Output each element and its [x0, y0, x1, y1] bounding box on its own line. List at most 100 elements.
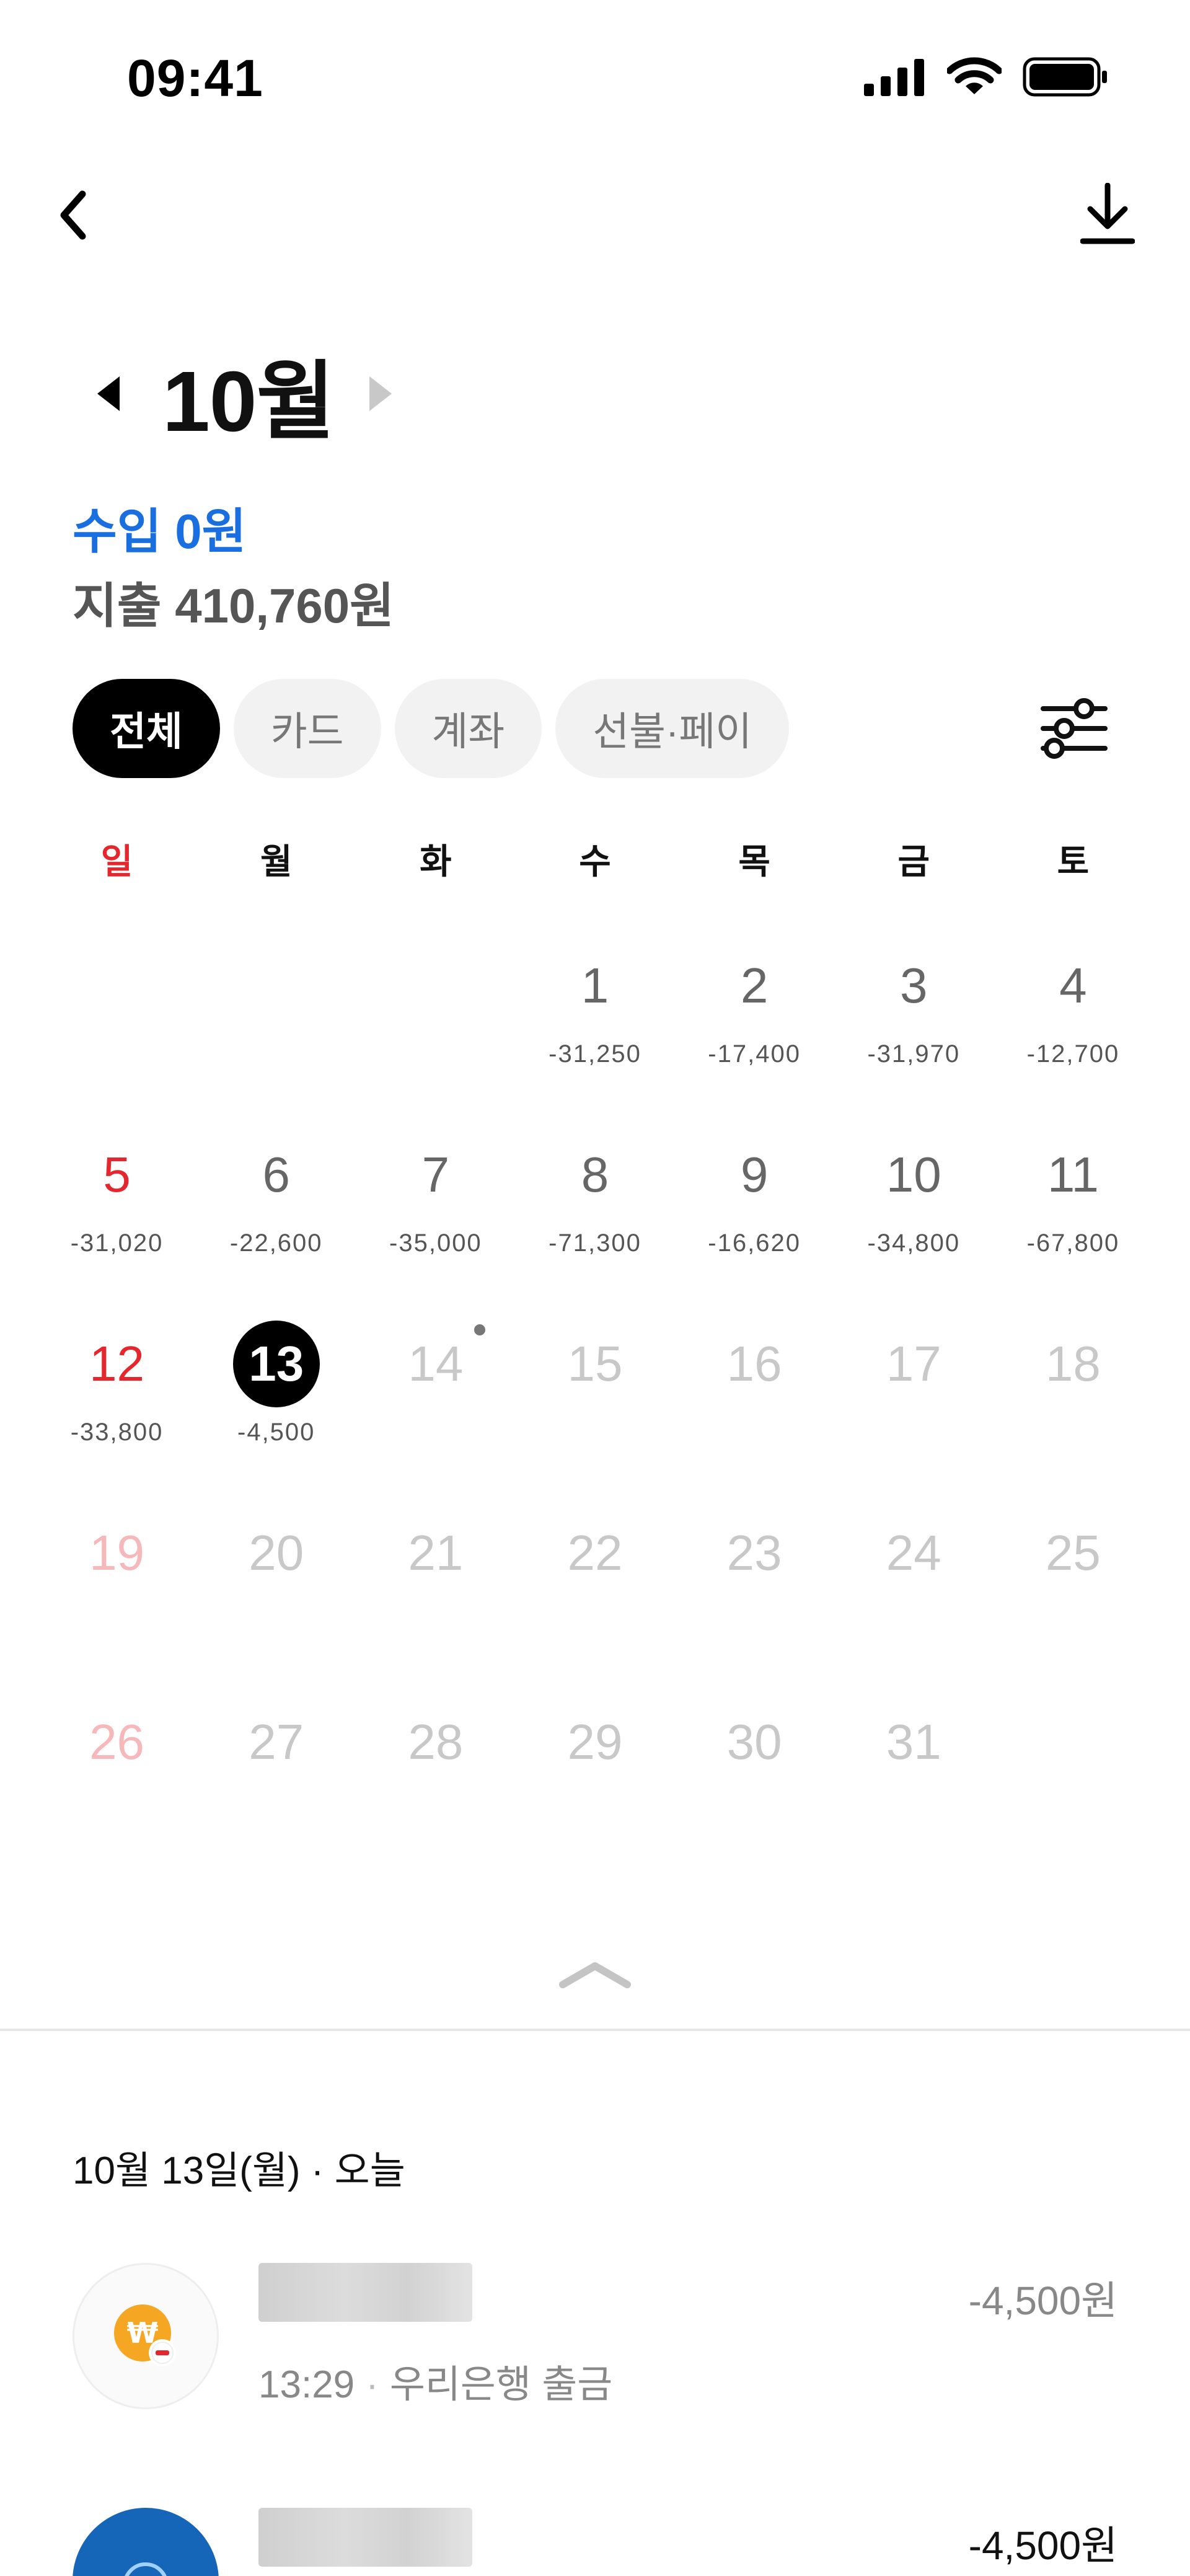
chip-all[interactable]: 전체: [73, 679, 220, 778]
transactions-date-header: 10월 13일(월) · 오늘: [73, 2149, 405, 2192]
weekday-fri: 금: [897, 842, 930, 881]
weekday-tue: 화: [420, 842, 452, 881]
transaction-item[interactable]: -4,500원: [73, 2508, 1117, 2576]
triangle-left-icon: [97, 376, 120, 411]
day-number: 2: [740, 958, 769, 1013]
month-selector: 10월: [87, 344, 402, 449]
day-amount: -31,250: [549, 1040, 641, 1068]
day-number: 20: [249, 1525, 304, 1580]
day-amount: -31,970: [867, 1040, 961, 1068]
back-button[interactable]: [48, 181, 98, 249]
calendar-day-27[interactable]: 27: [196, 1699, 356, 1888]
chip-prepaid-pay[interactable]: 선불·페이: [555, 679, 790, 778]
filter-chips: 전체 카드 계좌 선불·페이: [73, 679, 790, 778]
day-number: 8: [581, 1147, 609, 1202]
calendar-day-6[interactable]: 6 -22,600: [196, 1131, 356, 1321]
calendar-day-10[interactable]: 10 -34,800: [834, 1131, 994, 1321]
calendar-day-17[interactable]: 17: [834, 1321, 994, 1510]
day-number: 25: [1045, 1525, 1101, 1580]
day-number: 30: [726, 1714, 782, 1769]
status-bar: 09:41: [0, 0, 1190, 149]
day-number: 31: [886, 1714, 941, 1769]
calendar-day-11[interactable]: 11 -67,800: [994, 1131, 1153, 1321]
calendar-day-2[interactable]: 2 -17,400: [675, 942, 834, 1131]
triangle-right-icon: [369, 376, 392, 411]
day-number: 13: [232, 1321, 320, 1407]
calendar-day-29[interactable]: 29: [515, 1699, 674, 1888]
day-amount: -34,800: [867, 1229, 961, 1257]
calendar-day-23[interactable]: 23: [675, 1510, 834, 1699]
status-time: 09:41: [127, 49, 263, 107]
section-divider: [0, 2029, 1190, 2031]
day-number: 24: [886, 1525, 941, 1580]
day-number: 1: [581, 958, 609, 1013]
day-number: 3: [900, 958, 928, 1013]
day-amount: -33,800: [70, 1419, 164, 1446]
chip-account[interactable]: 계좌: [394, 679, 542, 778]
day-amount: -31,020: [70, 1229, 164, 1257]
calendar-day-empty: [37, 942, 196, 1131]
day-number: 10: [886, 1147, 941, 1202]
day-number: 28: [408, 1714, 464, 1769]
next-month-button[interactable]: [359, 363, 402, 425]
day-number: 11: [1047, 1147, 1099, 1202]
calendar-day-empty: [196, 942, 356, 1131]
download-button[interactable]: [1073, 180, 1142, 248]
calendar-day-18[interactable]: 18: [994, 1321, 1153, 1510]
calendar-day-30[interactable]: 30: [675, 1699, 834, 1888]
day-number: 12: [89, 1336, 145, 1391]
day-amount: -71,300: [549, 1229, 641, 1257]
day-number: 29: [567, 1714, 623, 1769]
indicator-dot: [474, 1324, 485, 1335]
day-number: 15: [567, 1336, 623, 1391]
weekday-mon: 월: [260, 842, 293, 881]
merchant-name-redacted: [258, 2508, 472, 2567]
signal-icon: [864, 58, 926, 99]
sliders-icon: [1041, 698, 1108, 759]
weekday-sat: 토: [1057, 842, 1090, 881]
transaction-time: 13:29: [258, 2363, 355, 2406]
calendar-day-19[interactable]: 19: [37, 1510, 196, 1699]
expense-summary: 지출 410,760원: [73, 578, 394, 633]
calendar-day-14[interactable]: 14: [356, 1321, 515, 1510]
calendar-day-16[interactable]: 16: [675, 1321, 834, 1510]
calendar-day-26[interactable]: 26: [37, 1699, 196, 1888]
day-amount: -22,600: [229, 1229, 323, 1257]
day-number: 17: [886, 1336, 941, 1391]
calendar-day-8[interactable]: 8 -71,300: [515, 1131, 674, 1321]
calendar-day-1[interactable]: 1 -31,250: [515, 942, 674, 1131]
transaction-detail: 우리은행 출금: [389, 2363, 613, 2406]
chevron-up-icon: [559, 1962, 631, 1988]
day-number: 14: [408, 1336, 464, 1391]
day-number: 26: [89, 1714, 145, 1769]
download-icon: [1080, 183, 1135, 244]
collapse-calendar-button[interactable]: [558, 1956, 632, 1993]
day-number: 18: [1045, 1336, 1101, 1391]
calendar-day-21[interactable]: 21: [356, 1510, 515, 1699]
calendar-day-13[interactable]: 13 -4,500: [196, 1321, 356, 1510]
day-amount: -35,000: [389, 1229, 482, 1257]
calendar-day-31[interactable]: 31: [834, 1699, 994, 1888]
calendar-day-28[interactable]: 28: [356, 1699, 515, 1888]
weekday-wed: 수: [579, 842, 611, 881]
filter-button[interactable]: [1040, 694, 1108, 763]
day-number: 5: [103, 1147, 131, 1202]
status-icons: [864, 57, 1108, 100]
calendar-day-9[interactable]: 9 -16,620: [675, 1131, 834, 1321]
calendar-day-3[interactable]: 3 -31,970: [834, 942, 994, 1131]
transaction-meta: 13:29 · 우리은행 출금: [258, 2363, 613, 2406]
transaction-item[interactable]: ₩ 13:29 · 우리은행 출금 -4,500원: [73, 2263, 1117, 2449]
prev-month-button[interactable]: [87, 363, 130, 425]
calendar-day-5[interactable]: 5 -31,020: [37, 1131, 196, 1321]
calendar-day-22[interactable]: 22: [515, 1510, 674, 1699]
transaction-amount: -4,500원: [968, 2278, 1117, 2323]
calendar-day-7[interactable]: 7 -35,000: [356, 1131, 515, 1321]
calendar-day-25[interactable]: 25: [994, 1510, 1153, 1699]
calendar-day-12[interactable]: 12 -33,800: [37, 1321, 196, 1510]
chip-card[interactable]: 카드: [233, 679, 381, 778]
calendar-day-24[interactable]: 24: [834, 1510, 994, 1699]
calendar-day-15[interactable]: 15: [515, 1321, 674, 1510]
calendar-day-20[interactable]: 20: [196, 1510, 356, 1699]
calendar-day-4[interactable]: 4 -12,700: [994, 942, 1153, 1131]
day-amount: -17,400: [708, 1040, 801, 1068]
